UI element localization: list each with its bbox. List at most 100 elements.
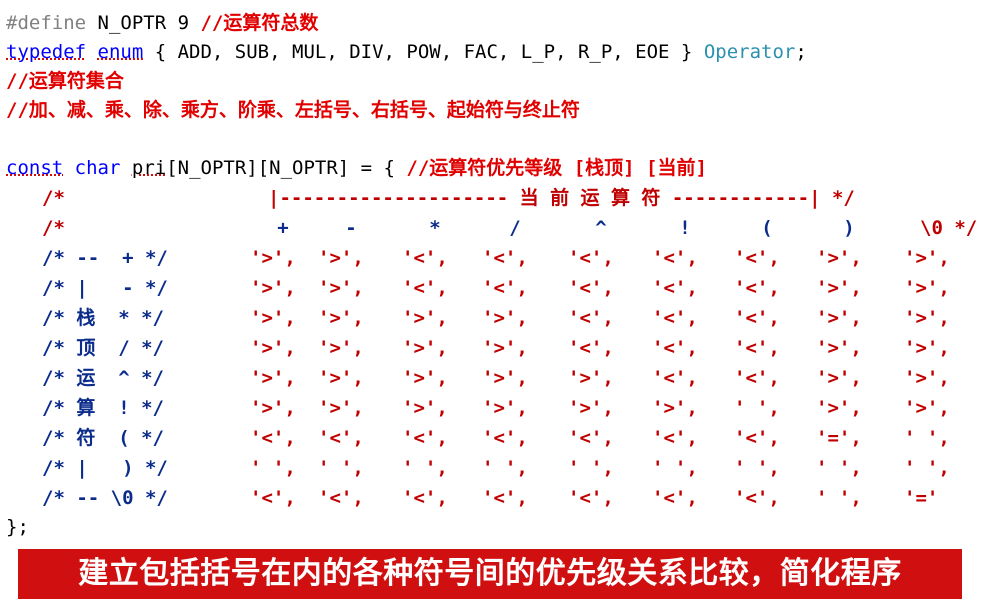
row-label: /* 栈 * */ [42,307,164,329]
row-label: /* 顶 / */ [42,337,164,359]
precedence-cell: ' ', [250,457,296,479]
define-line: #define N_OPTR 9 //运算符总数 [6,9,807,38]
matrix-header-bar: /* |-------------------- 当 前 运 算 符 -----… [6,183,855,213]
precedence-cell: '=', [816,427,862,449]
precedence-cell: '<', [402,277,448,299]
precedence-cell: '<', [250,427,296,449]
header-operator: ! [679,217,691,239]
precedence-cell: '<', [652,487,698,509]
precedence-cell: '<', [734,307,780,329]
precedence-cell: '>', [568,397,614,419]
precedence-cell: '>', [816,277,862,299]
array-comment: //运算符优先等级 [栈顶] [当前] [406,157,707,179]
const-keyword: const [6,157,64,179]
precedence-cell: ' ', [904,427,950,449]
header-operator: / [509,217,521,239]
precedence-cell: '>', [904,337,950,359]
header-operator: + [277,217,289,239]
precedence-cell: '<', [402,427,448,449]
header-open: /* [42,187,65,209]
precedence-cell: '>', [402,307,448,329]
precedence-cell: '>', [318,307,364,329]
precedence-cell: '>', [904,307,950,329]
code-block: #define N_OPTR 9 //运算符总数 typedef enum { … [6,9,977,542]
precedence-cell: '>', [904,367,950,389]
precedence-cell: '>', [250,337,296,359]
precedence-cell: '<', [652,247,698,269]
row-label: /* | ) */ [42,457,168,479]
precedence-cell: '>', [482,307,528,329]
precedence-cell: '<', [568,337,614,359]
precedence-cell: '<', [402,487,448,509]
header-open: /* [42,217,65,239]
enum-keyword: enum [97,41,144,63]
precedence-cell: '<', [734,277,780,299]
enum-body: { ADD, SUB, MUL, DIV, POW, FAC, L_P, R_P… [143,41,704,63]
precedence-cell: ' ', [734,397,780,419]
header-current-operator-bar: |-------------------- 当 前 运 算 符 --------… [268,187,855,209]
precedence-row: /* | - */ '>', '>', '<', '<', '<', '<', '<', '>'… [6,273,950,303]
precedence-cell: ' ', [652,457,698,479]
precedence-row: /* 算 ! */ '>', '>', '>', '>', '>', '>', ' ', '>'… [6,393,950,423]
define-comment: //运算符总数 [200,12,319,34]
precedence-cell: '>', [482,397,528,419]
precedence-cell: '<', [568,307,614,329]
precedence-cell: '<', [482,277,528,299]
row-label: /* 符 ( */ [42,427,164,449]
precedence-cell: '>', [250,367,296,389]
precedence-cell: '>', [904,247,950,269]
header-tail: \0 */ [920,217,978,239]
precedence-cell: '<', [482,247,528,269]
precedence-cell: '>', [318,247,364,269]
row-label: /* 算 ! */ [42,397,164,419]
precedence-row: /* 运 ^ */ '>', '>', '>', '>', '>', '<', '<', '>'… [6,363,950,393]
precedence-cell: '>', [402,367,448,389]
precedence-row: /* 顶 / */ '>', '>', '>', '>', '<', '<', '<', '>'… [6,333,950,363]
precedence-rows: /* -- + */ '>', '>', '<', '<', '<', '<', '<', '>… [6,243,950,513]
header-operator: ( [761,217,773,239]
precedence-cell: '<', [402,247,448,269]
precedence-cell: '>', [816,367,862,389]
precedence-cell: ' ', [402,457,448,479]
precedence-cell: '>', [318,397,364,419]
precedence-row: /* 符 ( */ '<', '<', '<', '<', '<', '<', '<', '='… [6,423,950,453]
row-label: /* | - */ [42,277,168,299]
precedence-cell: '>', [816,307,862,329]
precedence-cell: '>', [904,277,950,299]
precedence-cell: '<', [568,487,614,509]
precedence-row: /* 栈 * */ '>', '>', '>', '>', '<', '<', '<', '>'… [6,303,950,333]
precedence-cell: '<', [318,427,364,449]
precedence-cell: '<', [734,247,780,269]
precedence-cell: ' ', [904,457,950,479]
precedence-cell: '<', [652,307,698,329]
precedence-cell: '>', [250,397,296,419]
precedence-cell: '>', [318,367,364,389]
precedence-cell: '<', [652,337,698,359]
precedence-cell: ' ', [734,457,780,479]
precedence-cell: '>', [482,367,528,389]
precedence-cell: '>', [250,277,296,299]
comment-line-set: //运算符集合 [6,70,124,92]
define-name: N_OPTR 9 [86,12,201,34]
precedence-cell: '<', [250,487,296,509]
precedence-cell: '>', [482,337,528,359]
precedence-cell: '<', [568,277,614,299]
caption-banner: 建立包括括号在内的各种符号间的优先级关系比较，简化程序 [18,549,962,599]
precedence-cell: '<', [318,487,364,509]
precedence-cell: '>', [816,337,862,359]
precedence-cell: '<', [734,427,780,449]
row-label: /* 运 ^ */ [42,367,164,389]
row-label: /* -- + */ [42,247,168,269]
precedence-cell: '>', [816,247,862,269]
precedence-cell: '<', [568,247,614,269]
precedence-cell: '<', [482,487,528,509]
precedence-cell: ' ', [816,487,862,509]
precedence-cell: '>', [652,397,698,419]
precedence-cell: '>', [402,397,448,419]
header-operator: ^ [595,217,607,239]
precedence-cell: '<', [734,487,780,509]
typedef-keyword: typedef [6,41,87,63]
